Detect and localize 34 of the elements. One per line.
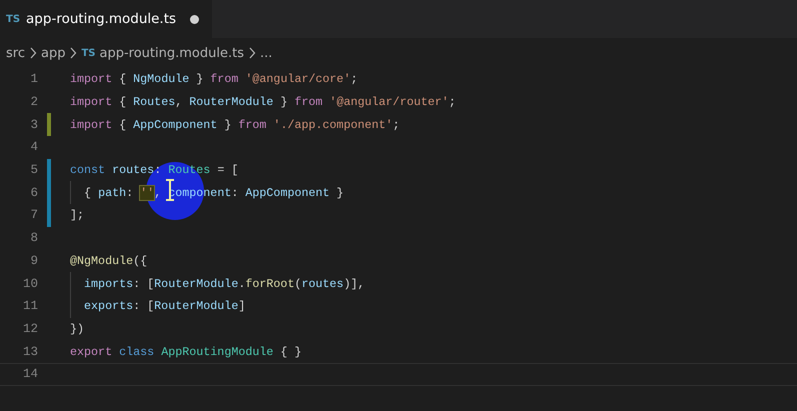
code-line: import { Routes, RouterModule } from '@angular/router'; <box>70 95 456 110</box>
line-number: 1 <box>29 72 38 86</box>
line-number: 11 <box>22 299 38 314</box>
code-line: @NgModule({ <box>70 254 148 268</box>
code-line: import { AppComponent } from './app.component'; <box>70 118 400 132</box>
tab-title: app-routing.module.ts <box>26 11 176 27</box>
line-number: 2 <box>29 95 38 110</box>
line-number: 12 <box>22 322 38 336</box>
chevron-right-icon <box>248 47 256 59</box>
code-line: exports: [RouterModule] <box>83 299 246 314</box>
breadcrumb-item[interactable]: ... <box>260 46 272 60</box>
typescript-file-icon: TS <box>81 48 96 58</box>
line-number: 10 <box>22 276 38 291</box>
code-line: ]; <box>70 208 84 222</box>
line-number: 9 <box>29 254 38 268</box>
line-number: 14 <box>22 367 38 382</box>
line-number: 4 <box>29 140 38 154</box>
chevron-right-icon <box>28 47 37 59</box>
line-number: 7 <box>29 208 38 222</box>
editor-tab[interactable]: TS app-routing.module.ts <box>0 0 212 38</box>
code-line: imports: [RouterModule.forRoot(routes)], <box>83 276 365 291</box>
code-line: export class AppRoutingModule { } <box>70 344 302 359</box>
line-number: 8 <box>29 231 38 246</box>
breadcrumb-item[interactable]: app-routing.module.ts <box>100 46 244 60</box>
line-number: 3 <box>29 118 38 132</box>
breadcrumb-item[interactable]: app <box>40 46 66 60</box>
code-line: }) <box>70 322 84 336</box>
line-number: 5 <box>29 163 38 178</box>
line-number: 6 <box>29 186 38 200</box>
typescript-file-icon: TS <box>6 14 20 24</box>
breadcrumb-item[interactable]: src <box>6 46 25 60</box>
chevron-right-icon <box>69 47 78 59</box>
line-number: 13 <box>22 344 38 359</box>
code-line: import { NgModule } from '@angular/core'; <box>70 72 358 86</box>
